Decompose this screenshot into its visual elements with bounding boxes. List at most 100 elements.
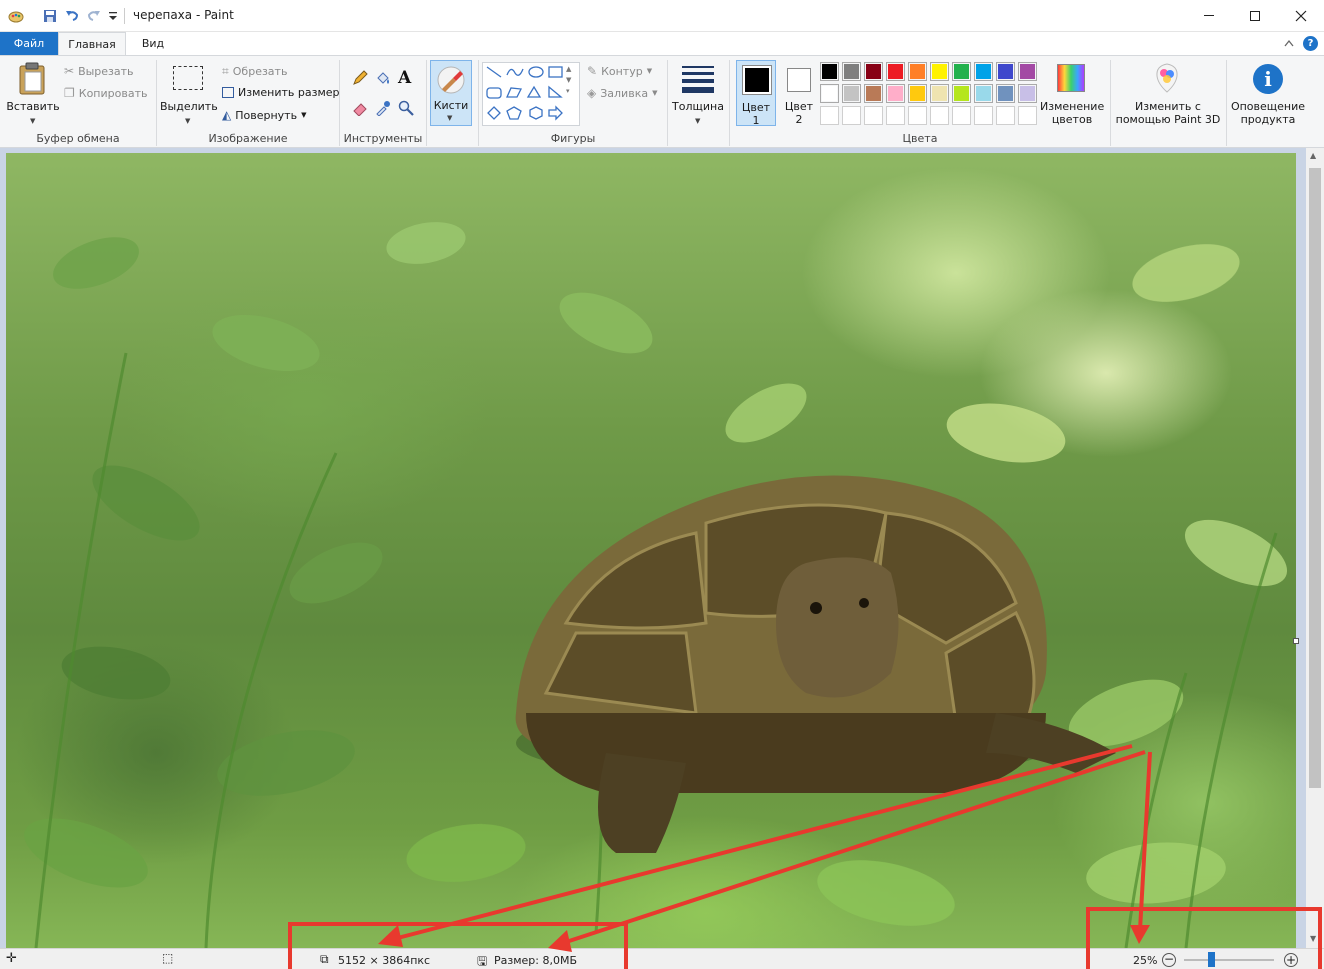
close-button[interactable] <box>1278 0 1324 31</box>
custom-color-slot[interactable] <box>996 106 1015 125</box>
palette-swatch[interactable] <box>886 84 905 103</box>
copy-button[interactable]: ❐ Копировать <box>64 86 147 100</box>
custom-color-slot[interactable] <box>930 106 949 125</box>
palette-swatch[interactable] <box>908 84 927 103</box>
undo-icon[interactable] <box>64 8 80 24</box>
vertical-scrollbar[interactable]: ▲ ▼ <box>1306 148 1324 948</box>
edit-colors-button[interactable]: Изменение цветов <box>1040 60 1104 128</box>
palette-swatch[interactable] <box>952 84 971 103</box>
zoom-in-button[interactable]: + <box>1284 953 1298 967</box>
shapes-scroll-icon[interactable]: ▲ ▼ ▾ <box>566 64 571 97</box>
zoom-out-button[interactable]: − <box>1162 953 1176 967</box>
color1-button[interactable]: Цвет 1 <box>736 60 776 127</box>
copy-label: Копировать <box>78 86 148 100</box>
shapes-icons <box>486 66 563 121</box>
palette-swatch[interactable] <box>1018 84 1037 103</box>
zoom-slider-thumb[interactable] <box>1207 952 1215 967</box>
product-alert-button[interactable]: i Оповещение продукта <box>1228 60 1308 130</box>
custom-color-slot[interactable] <box>864 106 883 125</box>
palette-swatch[interactable] <box>974 62 993 81</box>
palette-swatch[interactable] <box>842 62 861 81</box>
tools-group-label: Инструменты <box>343 132 423 145</box>
palette-swatch[interactable] <box>908 62 927 81</box>
palette-swatch[interactable] <box>930 84 949 103</box>
tab-file[interactable]: Файл <box>0 32 58 55</box>
fill-button[interactable]: ◈ Заливка ▼ <box>587 86 657 100</box>
window-title: черепаха - Paint <box>133 8 234 22</box>
palette-swatch[interactable] <box>864 62 883 81</box>
palette-swatch[interactable] <box>952 62 971 81</box>
palette-swatch[interactable] <box>842 84 861 103</box>
custom-color-slot[interactable] <box>820 106 839 125</box>
ribbon: Вставить ▼ ✂ Вырезать ❐ Копировать Буфер… <box>0 55 1324 148</box>
custom-color-slot[interactable] <box>886 106 905 125</box>
shapes-group-label: Фигуры <box>550 132 596 145</box>
text-tool-icon[interactable]: A <box>398 68 411 88</box>
fill-icon: ◈ <box>587 86 597 100</box>
tab-view[interactable]: Вид <box>128 32 178 55</box>
custom-color-slot[interactable] <box>842 106 861 125</box>
line-thickness-icon <box>682 64 714 94</box>
outline-button[interactable]: ✎ Контур ▼ <box>587 64 652 78</box>
resize-button[interactable]: Изменить размер <box>222 86 340 99</box>
scroll-down-icon[interactable]: ▼ <box>1310 934 1316 943</box>
color-picker-icon[interactable] <box>375 100 391 116</box>
custom-color-slot[interactable] <box>908 106 927 125</box>
workspace <box>0 148 1324 948</box>
rotate-button[interactable]: ◭ Повернуть ▼ <box>222 108 306 122</box>
eraser-icon[interactable] <box>352 100 368 116</box>
scrollbar-thumb[interactable] <box>1309 168 1321 788</box>
save-icon[interactable] <box>42 8 58 24</box>
palette-swatch[interactable] <box>820 84 839 103</box>
cut-label: Вырезать <box>78 64 134 78</box>
zoom-slider[interactable] <box>1184 959 1274 961</box>
palette-swatch-color <box>954 64 969 79</box>
palette-swatch[interactable] <box>996 84 1015 103</box>
customize-quick-access-icon[interactable] <box>108 10 118 22</box>
rotate-dropdown-icon: ▼ <box>301 111 307 119</box>
fill-bucket-icon[interactable] <box>375 70 391 86</box>
image-canvas[interactable] <box>6 153 1296 948</box>
cursor-position-icon: ✛ <box>6 951 17 966</box>
maximize-button[interactable] <box>1232 0 1278 31</box>
cut-button[interactable]: ✂ Вырезать <box>64 64 134 78</box>
close-icon <box>1295 10 1307 21</box>
edit-with-paint3d-button[interactable]: Изменить с помощью Paint 3D <box>1114 60 1222 130</box>
file-size-icon: 🖫 <box>477 954 488 968</box>
palette-swatch[interactable] <box>820 62 839 81</box>
tab-home[interactable]: Главная <box>58 32 126 55</box>
resize-label: Изменить размер <box>238 86 340 99</box>
custom-color-slot[interactable] <box>952 106 971 125</box>
size-button[interactable]: Толщина ▼ <box>672 60 724 128</box>
pencil-icon[interactable] <box>352 70 368 86</box>
crop-button[interactable]: ⌗ Обрезать <box>222 64 287 79</box>
redo-icon[interactable] <box>86 8 102 24</box>
select-label: Выделить <box>160 100 218 113</box>
edit-colors-label-line1: Изменение <box>1040 100 1105 113</box>
palette-swatch[interactable] <box>886 62 905 81</box>
minimize-button[interactable] <box>1186 0 1232 31</box>
palette-swatch[interactable] <box>1018 62 1037 81</box>
paste-button[interactable]: Вставить ▼ <box>6 60 60 128</box>
collapse-ribbon-icon[interactable] <box>1284 39 1294 47</box>
custom-color-slot[interactable] <box>974 106 993 125</box>
magnifier-icon[interactable] <box>398 100 414 116</box>
help-icon[interactable]: ? <box>1303 36 1318 51</box>
palette-swatch[interactable] <box>930 62 949 81</box>
group-separator <box>667 60 668 146</box>
custom-color-slot[interactable] <box>1018 106 1037 125</box>
canvas-resize-handle[interactable] <box>1293 638 1299 644</box>
palette-swatch[interactable] <box>996 62 1015 81</box>
scroll-up-icon[interactable]: ▲ <box>1310 151 1316 160</box>
palette-swatch[interactable] <box>974 84 993 103</box>
brush-icon <box>437 66 465 94</box>
palette-swatch[interactable] <box>864 84 883 103</box>
paste-dropdown-icon[interactable]: ▼ <box>30 117 35 125</box>
outline-dropdown-icon: ▼ <box>646 67 653 75</box>
select-dropdown-icon[interactable]: ▼ <box>185 117 190 125</box>
color1-label-line2: 1 <box>752 114 760 127</box>
brushes-button[interactable]: Кисти ▼ <box>430 60 472 126</box>
select-button[interactable]: Выделить ▼ <box>160 60 218 128</box>
zoom-level: 25% <box>1133 954 1158 967</box>
color2-button[interactable]: Цвет 2 <box>779 60 819 126</box>
